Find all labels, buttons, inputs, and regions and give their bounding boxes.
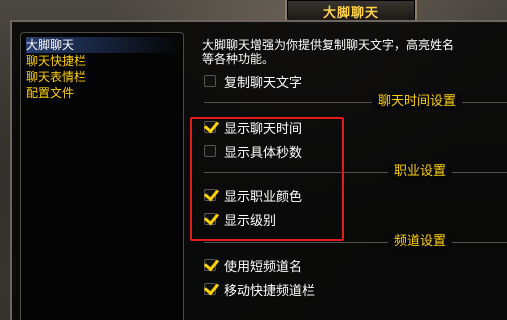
section-divider [204, 172, 507, 173]
class-color-label: 显示职业颜色 [224, 189, 303, 205]
show-seconds-label: 显示具体秒数 [224, 145, 303, 161]
show-level-checkbox[interactable] [204, 213, 216, 225]
sidebar-item-chat-emote-bar[interactable]: 聊天表情栏 [26, 69, 183, 85]
section-class: 职业设置 [200, 164, 507, 180]
section-title-chat-time: 聊天时间设置 [372, 94, 463, 110]
show-time-label: 显示聊天时间 [224, 121, 303, 137]
show-level-option[interactable]: 显示级别 [204, 210, 277, 229]
move-channel-bar-checkbox[interactable] [204, 283, 216, 295]
copy-chat-checkbox[interactable] [204, 75, 216, 87]
description: 大脚聊天增强为你提供复制聊天文字，高亮姓名 等各种功能。 [202, 38, 507, 66]
show-seconds-checkbox[interactable] [204, 145, 216, 157]
show-level-label: 显示级别 [224, 213, 277, 229]
section-channel: 频道设置 [200, 234, 507, 250]
move-channel-bar-option[interactable]: 移动快捷频道栏 [204, 280, 316, 299]
copy-chat-label: 复制聊天文字 [224, 75, 303, 91]
description-line-1: 大脚聊天增强为你提供复制聊天文字，高亮姓名 [202, 38, 455, 52]
window-title: 大脚聊天 [322, 5, 379, 21]
sidebar-item-chat[interactable]: 大脚聊天 [26, 37, 183, 53]
options-pane: 大脚聊天增强为你提供复制聊天文字，高亮姓名 等各种功能。 复制聊天文字 聊天时间… [200, 36, 507, 320]
class-color-option[interactable]: 显示职业颜色 [204, 186, 303, 205]
description-line-2: 等各种功能。 [202, 52, 275, 66]
section-chat-time: 聊天时间设置 [200, 94, 507, 110]
show-time-checkbox[interactable] [204, 121, 216, 133]
show-seconds-option[interactable]: 显示具体秒数 [204, 142, 303, 161]
section-title-channel: 频道设置 [388, 234, 453, 250]
category-list: 大脚聊天 聊天快捷栏 聊天表情栏 配置文件 [20, 32, 184, 320]
short-channel-checkbox[interactable] [204, 259, 216, 271]
class-color-checkbox[interactable] [204, 189, 216, 201]
section-title-class: 职业设置 [388, 164, 453, 180]
short-channel-option[interactable]: 使用短频道名 [204, 256, 303, 275]
show-time-option[interactable]: 显示聊天时间 [204, 118, 303, 137]
short-channel-label: 使用短频道名 [224, 259, 303, 275]
sidebar-item-chat-shortcut-bar[interactable]: 聊天快捷栏 [26, 53, 183, 69]
move-channel-bar-label: 移动快捷频道栏 [224, 283, 316, 299]
copy-chat-option[interactable]: 复制聊天文字 [204, 72, 303, 91]
section-divider [204, 242, 507, 243]
sidebar-item-profile[interactable]: 配置文件 [26, 85, 183, 101]
